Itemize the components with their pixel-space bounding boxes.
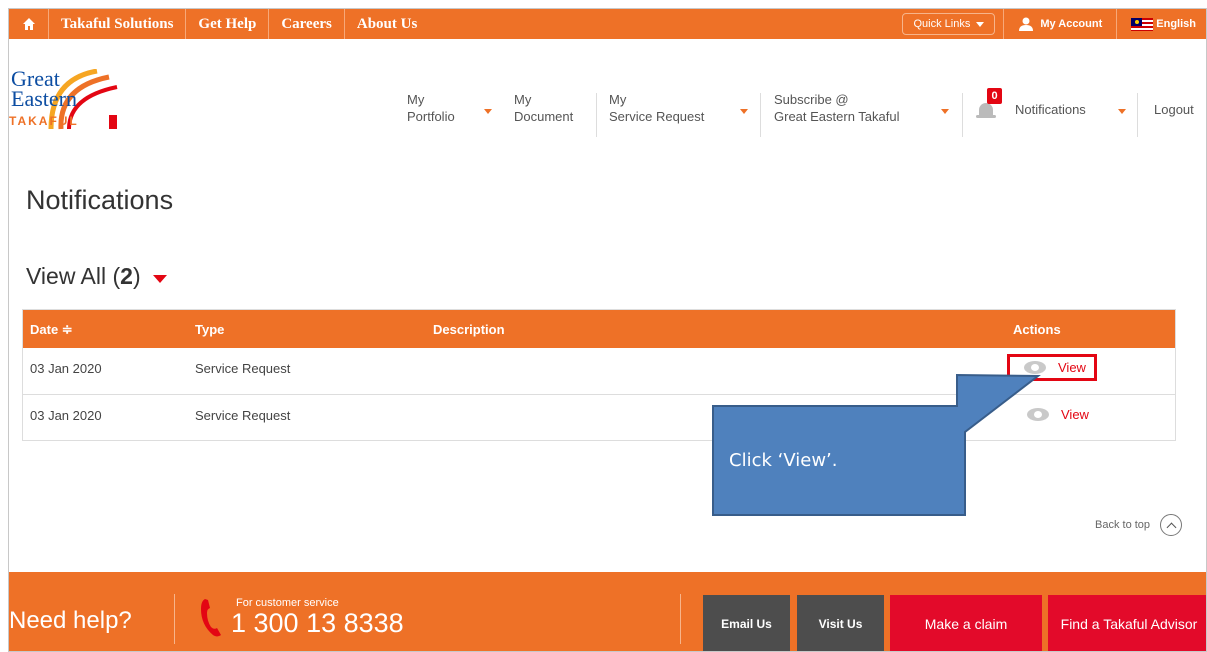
language-selector[interactable]: English (1116, 9, 1206, 39)
language-label: English (1156, 18, 1196, 30)
footer-divider (680, 594, 681, 644)
nav-my-service-request[interactable]: My Service Request (609, 91, 704, 125)
row-type: Service Request (195, 408, 291, 423)
quick-links-dropdown[interactable]: Quick Links (902, 13, 996, 35)
nav-my-document-line2: Document (514, 109, 574, 124)
view-all-filter[interactable]: View All (2) (26, 263, 167, 290)
need-help-heading: Need help? (9, 607, 132, 634)
nav-my-portfolio-line1: My (407, 92, 425, 107)
nav-get-help[interactable]: Get Help (186, 9, 270, 39)
logout-link[interactable]: Logout (1154, 101, 1194, 118)
chevron-up-icon (1160, 514, 1183, 536)
nav-my-service-request-line1: My (609, 92, 627, 107)
nav-takaful-solutions[interactable]: Takaful Solutions (49, 9, 187, 39)
portfolio-chevron-down-icon[interactable] (484, 109, 492, 114)
view-all-label: View All ( (26, 263, 121, 289)
nav-careers[interactable]: Careers (269, 9, 345, 39)
header-description: Description (433, 322, 505, 337)
my-account-label: My Account (1040, 18, 1103, 30)
callout-text: Click ‘View’. (729, 450, 838, 471)
quick-links-label: Quick Links (913, 18, 971, 30)
nav-my-document-line1: My (514, 92, 532, 107)
home-button[interactable] (9, 9, 49, 39)
nav-my-document[interactable]: My Document (514, 91, 573, 125)
browser-viewport: Takaful Solutions Get Help Careers About… (8, 8, 1207, 652)
nav-subscribe-line1: Subscribe @ (774, 92, 849, 107)
nav-divider (596, 93, 597, 137)
nav-about-us[interactable]: About Us (345, 9, 429, 39)
notification-count-badge: 0 (987, 88, 1002, 104)
view-button-label: View (1061, 407, 1089, 422)
chevron-down-icon (152, 274, 167, 283)
email-us-button[interactable]: Email Us (703, 595, 790, 651)
top-navigation-bar: Takaful Solutions Get Help Careers About… (9, 9, 1206, 39)
row-type: Service Request (195, 361, 291, 376)
view-button[interactable]: View (1007, 354, 1097, 381)
table-row: 03 Jan 2020 Service Request View (23, 348, 1175, 394)
row-date: 03 Jan 2020 (30, 361, 102, 376)
chevron-up-glyph (1166, 522, 1176, 532)
home-icon (22, 18, 35, 30)
nav-subscribe[interactable]: Subscribe @ Great Eastern Takaful (774, 91, 900, 125)
back-to-top-link[interactable]: Back to top (1095, 514, 1183, 536)
my-account-link[interactable]: My Account (1003, 9, 1116, 39)
make-a-claim-button[interactable]: Make a claim (890, 595, 1042, 651)
view-all-count: 2 (120, 263, 133, 289)
footer-divider (174, 594, 175, 644)
notifications-table: Date ≑ Type Description Actions 03 Jan 2… (22, 309, 1176, 441)
subscribe-chevron-down-icon[interactable] (941, 109, 949, 114)
phone-icon (201, 599, 221, 637)
logo-text-eastern: Eastern (11, 86, 77, 111)
view-all-text: View All (2) (26, 263, 141, 290)
malaysia-flag-icon (1131, 17, 1154, 31)
nav-subscribe-line2: Great Eastern Takaful (774, 109, 900, 124)
notifications-chevron-down-icon[interactable] (1118, 109, 1126, 114)
nav-divider (760, 93, 761, 137)
footer-help-bar: Need help? For customer service 1 300 13… (9, 572, 1206, 651)
nav-divider (1137, 93, 1138, 137)
nav-my-portfolio[interactable]: My Portfolio (407, 91, 455, 125)
great-eastern-takaful-logo[interactable]: Great Eastern TAKAFUL (9, 68, 129, 133)
header-type: Type (195, 322, 225, 337)
user-icon (1019, 17, 1034, 31)
view-button[interactable]: View (1013, 404, 1097, 425)
eye-icon (1027, 408, 1049, 421)
nav-my-service-request-line2: Service Request (609, 109, 705, 124)
row-date: 03 Jan 2020 (30, 408, 102, 423)
table-row: 03 Jan 2020 Service Request View (23, 394, 1175, 440)
eye-icon (1024, 361, 1046, 374)
bell-base (976, 115, 996, 118)
chevron-down-icon (976, 21, 985, 27)
page-title: Notifications (26, 185, 174, 215)
visit-us-button[interactable]: Visit Us (797, 595, 884, 651)
nav-divider (962, 93, 963, 137)
header-date-sortable[interactable]: Date ≑ (30, 322, 73, 338)
customer-service-number[interactable]: 1 300 13 8338 (231, 608, 404, 639)
logo-text-takaful: TAKAFUL (9, 114, 79, 128)
view-button-label: View (1058, 360, 1086, 375)
table-header: Date ≑ Type Description Actions (23, 310, 1175, 348)
nav-my-portfolio-line2: Portfolio (407, 109, 455, 124)
view-all-close: ) (132, 263, 141, 289)
back-to-top-label: Back to top (1095, 519, 1151, 531)
header-actions: Actions (1013, 322, 1061, 337)
find-advisor-button[interactable]: Find a Takaful Advisor (1048, 595, 1206, 651)
nav-notifications[interactable]: Notifications (1015, 101, 1086, 118)
service-chevron-down-icon[interactable] (740, 109, 748, 114)
